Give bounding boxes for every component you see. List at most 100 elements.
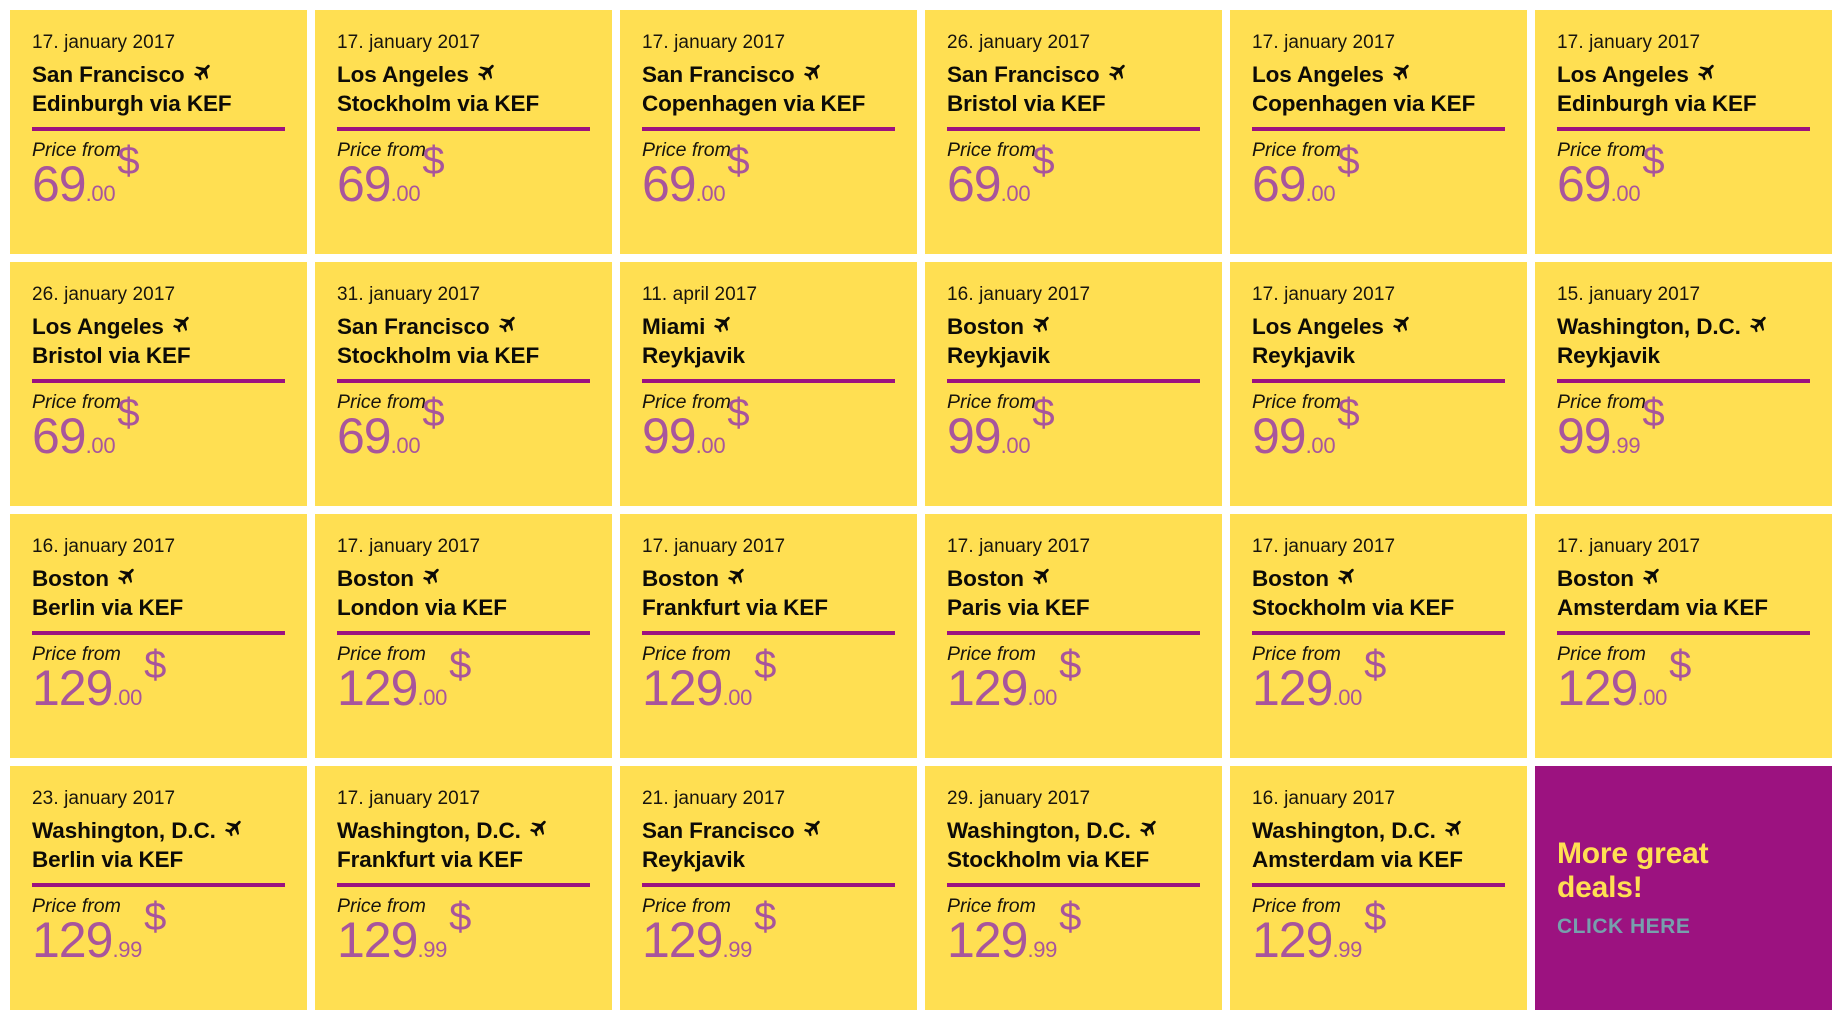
price-row: 129.00 $ — [1557, 645, 1810, 713]
deal-origin: Los Angeles — [32, 313, 164, 339]
deal-card[interactable]: 17. january 2017 Boston Stockholm via KEF P… — [1230, 514, 1527, 758]
deal-origin: Boston — [337, 565, 414, 591]
deal-card[interactable]: 15. january 2017 Washington, D.C. Reykjavi… — [1535, 262, 1832, 506]
promo-card-more-deals[interactable]: More great deals! CLICK HERE — [1535, 766, 1832, 1010]
deal-destination: Reykjavik — [1557, 342, 1660, 368]
deal-card[interactable]: 26. january 2017 Los Angeles Bristol via K… — [10, 262, 307, 506]
deal-date: 17. january 2017 — [1252, 536, 1396, 557]
deal-origin: Washington, D.C. — [337, 817, 521, 843]
deal-date: 26. january 2017 — [32, 284, 176, 305]
deal-card[interactable]: 17. january 2017 San Francisco Copenhagen … — [620, 10, 917, 254]
deal-date: 17. january 2017 — [337, 788, 481, 809]
deal-divider — [642, 379, 895, 384]
deal-divider — [947, 631, 1200, 636]
deal-card[interactable]: 21. january 2017 San Francisco Reykjavik Pr… — [620, 766, 917, 1010]
deal-destination: Stockholm via KEF — [947, 846, 1150, 872]
deal-origin: San Francisco — [642, 817, 795, 843]
currency-symbol: $ — [117, 390, 140, 435]
deal-date: 17. january 2017 — [32, 32, 176, 53]
deal-card[interactable]: 16. january 2017 Boston Berlin via KEF Pric… — [10, 514, 307, 758]
price-cents: .00 — [417, 684, 448, 710]
deal-card[interactable]: 29. january 2017 Washington, D.C. Stockhol… — [925, 766, 1222, 1010]
price-row: 69.00 $ — [1557, 141, 1810, 212]
deal-origin: San Francisco — [32, 61, 185, 87]
currency-symbol: $ — [1059, 642, 1082, 687]
deal-card[interactable]: 23. january 2017 Washington, D.C. Berlin v… — [10, 766, 307, 1010]
price-row: 129.00 $ — [642, 645, 895, 716]
price-row: 129.00 $ — [1252, 645, 1505, 713]
deal-destination: Amsterdam via KEF — [1252, 846, 1463, 872]
deal-card[interactable]: 31. january 2017 San Francisco Stockholm v… — [315, 262, 612, 506]
deal-card[interactable]: 17. january 2017 Los Angeles Edinburgh via… — [1535, 10, 1832, 254]
price-row: 69.00 $ — [32, 141, 285, 209]
promo-click-here-link[interactable]: CLICK HERE — [1557, 915, 1810, 939]
plane-icon — [802, 819, 822, 839]
deal-divider — [1252, 883, 1505, 888]
price-row: 99.00 $ — [642, 393, 895, 461]
deal-origin: Washington, D.C. — [32, 817, 216, 843]
deal-card[interactable]: 16. january 2017 Washington, D.C. Amsterda… — [1230, 766, 1527, 1010]
deal-destination: Reykjavik — [642, 342, 745, 368]
price-amount: 129 — [642, 659, 723, 716]
deal-destination: Reykjavik — [947, 342, 1050, 368]
price-cents: .00 — [390, 432, 421, 458]
deal-card[interactable]: 17. january 2017 Boston Amsterdam via KEF P… — [1535, 514, 1832, 758]
plane-icon — [802, 63, 822, 83]
deal-route: Boston Frankfurt via KEF — [642, 565, 895, 623]
deal-origin-line: Los Angeles — [1557, 61, 1810, 90]
deal-destination: Frankfurt via KEF — [337, 846, 523, 872]
price-amount: 69 — [947, 155, 1002, 212]
currency-symbol: $ — [754, 894, 777, 939]
deal-card[interactable]: 16. january 2017 Boston Reykjavik Price fro… — [925, 262, 1222, 506]
deal-card[interactable]: 17. january 2017 San Francisco Edinburgh v… — [10, 10, 307, 254]
deal-origin: Washington, D.C. — [1252, 817, 1436, 843]
deal-destination: Stockholm via KEF — [337, 90, 540, 116]
price-row: 129.00 $ — [32, 645, 285, 713]
deal-origin-line: Los Angeles — [32, 313, 285, 342]
price-row: 99.99 $ — [1557, 393, 1810, 461]
plane-icon — [726, 567, 746, 587]
deal-date: 17. january 2017 — [337, 32, 481, 53]
deal-card[interactable]: 17. january 2017 Los Angeles Copenhagen vi… — [1230, 10, 1527, 254]
deal-card[interactable]: 17. january 2017 Washington, D.C. Frankfur… — [315, 766, 612, 1010]
deal-card[interactable]: 11. april 2017 Miami Reykjavik Price from 99… — [620, 262, 917, 506]
deal-card[interactable]: 17. january 2017 Los Angeles Reykjavik Pric… — [1230, 262, 1527, 506]
price-amount: 129 — [1252, 911, 1333, 968]
deal-card[interactable]: 17. january 2017 Boston London via KEF Pric… — [315, 514, 612, 758]
deal-route: Washington, D.C. Berlin via KEF — [32, 817, 285, 875]
deal-route: Los Angeles Copenhagen via KEF — [1252, 61, 1505, 119]
price-cents: .00 — [1305, 432, 1336, 458]
plane-icon — [1443, 819, 1463, 839]
plane-icon — [712, 315, 732, 335]
deal-origin-line: Washington, D.C. — [1252, 817, 1505, 846]
deal-card[interactable]: 17. january 2017 Boston Frankfurt via KEF P… — [620, 514, 917, 758]
deal-date: 29. january 2017 — [947, 788, 1091, 809]
deal-origin-line: Los Angeles — [1252, 61, 1505, 90]
deal-destination: Reykjavik — [642, 846, 745, 872]
deal-date: 17. january 2017 — [1557, 32, 1701, 53]
deal-card[interactable]: 17. january 2017 Boston Paris via KEF Price… — [925, 514, 1222, 758]
price-cents: .00 — [695, 432, 726, 458]
deal-card[interactable]: 17. january 2017 Los Angeles Stockholm via… — [315, 10, 612, 254]
deal-date: 17. january 2017 — [1252, 284, 1396, 305]
price-amount: 99 — [1252, 407, 1307, 464]
deal-destination: Reykjavik — [1252, 342, 1355, 368]
deal-divider — [642, 127, 895, 132]
deal-divider — [337, 631, 590, 636]
price-amount: 129 — [642, 911, 723, 968]
deal-origin: Boston — [1252, 565, 1329, 591]
price-amount: 69 — [1557, 155, 1612, 212]
price-amount: 129 — [337, 659, 418, 716]
price-row: 129.00 $ — [337, 645, 590, 716]
plane-icon — [476, 63, 496, 83]
deal-card[interactable]: 26. january 2017 San Francisco Bristol via… — [925, 10, 1222, 254]
deal-origin: Boston — [32, 565, 109, 591]
currency-symbol: $ — [1032, 138, 1055, 183]
price-row: 69.00 $ — [337, 141, 590, 209]
price-row: 69.00 $ — [642, 141, 895, 209]
price-amount: 69 — [1252, 155, 1307, 212]
deal-origin-line: Boston — [32, 565, 285, 594]
deal-date: 15. january 2017 — [1557, 284, 1701, 305]
currency-symbol: $ — [1364, 894, 1387, 939]
price-amount: 129 — [337, 911, 418, 968]
